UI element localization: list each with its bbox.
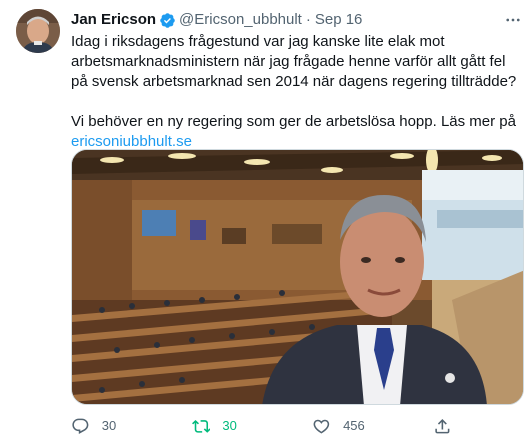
share-button[interactable] <box>433 417 453 436</box>
tweet-actions: 30 30 456 <box>71 414 523 438</box>
reply-count: 30 <box>101 418 117 433</box>
tweet-paragraph-2-text: Vi behöver en ny regering som ger de arb… <box>71 113 516 130</box>
avatar-image <box>16 9 60 53</box>
reply-button[interactable]: 30 <box>71 417 131 436</box>
retweet-icon <box>191 419 211 433</box>
like-count: 456 <box>343 418 365 433</box>
photo-image <box>72 150 523 404</box>
reply-icon <box>72 418 89 434</box>
heart-icon <box>313 419 330 434</box>
tweet-link[interactable]: ericsoniubbhult.se <box>71 133 192 150</box>
tweet-paragraph-1: Idag i riksdagens frågestund var jag kan… <box>71 33 517 90</box>
header-separator: · <box>305 11 311 28</box>
retweet-button[interactable]: 30 <box>191 417 252 436</box>
tweet-date[interactable]: Sep 16 <box>315 10 363 30</box>
tweet-header: Jan Ericson @Ericson_ubbhult · Sep 16 <box>71 10 523 30</box>
tweet-photo[interactable] <box>71 149 524 405</box>
author-handle[interactable]: @Ericson_ubbhult <box>179 10 302 30</box>
like-button[interactable]: 456 <box>312 417 372 436</box>
share-icon <box>435 418 450 434</box>
more-dots-icon[interactable] <box>503 10 523 30</box>
author-name[interactable]: Jan Ericson <box>71 10 156 30</box>
verified-badge-icon <box>159 12 176 29</box>
retweet-count: 30 <box>222 418 237 433</box>
tweet-content: Jan Ericson @Ericson_ubbhult · Sep 16 Id… <box>71 10 523 152</box>
tweet-card[interactable]: Jan Ericson @Ericson_ubbhult · Sep 16 Id… <box>0 0 531 443</box>
avatar[interactable] <box>16 9 60 53</box>
tweet-paragraph-2: Vi behöver en ny regering som ger de arb… <box>71 112 523 152</box>
tweet-text: Idag i riksdagens frågestund var jag kan… <box>71 32 523 152</box>
